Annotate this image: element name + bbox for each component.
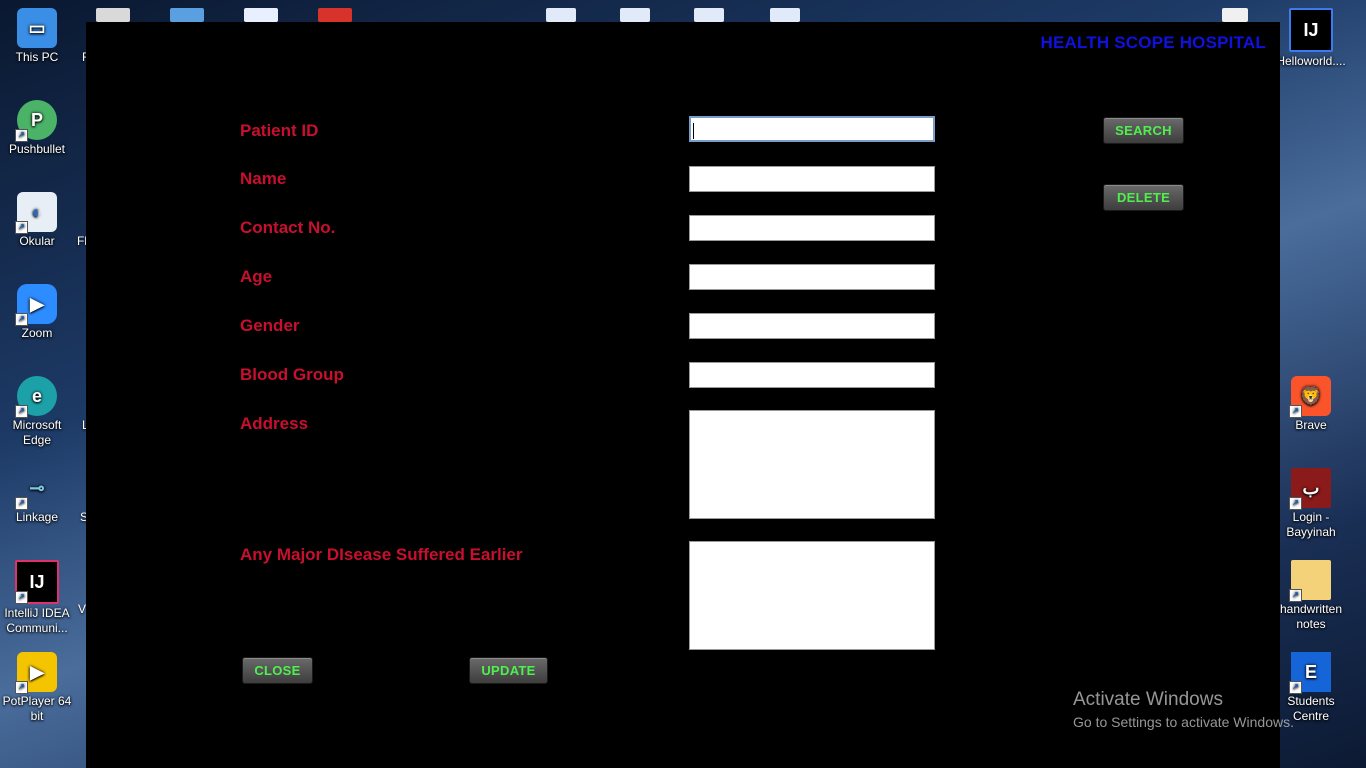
desktop-icon-edge[interactable]: e ↗ Microsoft Edge: [0, 376, 74, 448]
desktop-icon-label: Microsoft Edge: [12, 418, 62, 447]
name-input[interactable]: [689, 166, 935, 192]
desktop-icon-label: Zoom: [21, 326, 53, 340]
potplayer-icon: ▶ ↗: [15, 652, 57, 694]
letter-e-icon: E ↗: [1289, 652, 1331, 694]
desktop-icon-label: Okular: [19, 234, 55, 248]
activate-windows-title: Activate Windows: [1073, 689, 1223, 710]
desktop-icon-pushbullet[interactable]: P ↗ Pushbullet: [0, 100, 74, 157]
patient-id-input[interactable]: [689, 116, 935, 142]
desktop-icon-this-pc[interactable]: ▭ This PC: [0, 8, 74, 65]
intellij-icon: IJ: [1289, 8, 1333, 52]
address-label: Address: [240, 414, 309, 433]
gender-label: Gender: [240, 316, 300, 335]
desktop-partial-icon[interactable]: [244, 8, 278, 22]
activate-windows-subtitle: Go to Settings to activate Windows.: [1073, 714, 1294, 730]
blood-group-input[interactable]: [689, 362, 935, 388]
intellij-icon: IJ ↗: [15, 560, 59, 604]
desktop-icon-handwritten-notes[interactable]: ↗ handwritten notes: [1274, 560, 1348, 632]
desktop-icon-label: Students Centre: [1287, 694, 1335, 723]
desktop-icon-label: PotPlayer 64 bit: [2, 694, 72, 723]
contact-no-input[interactable]: [689, 215, 935, 241]
zoom-icon: ▶ ↗: [15, 284, 57, 326]
age-input[interactable]: [689, 264, 935, 290]
desktop-partial-icon[interactable]: [770, 8, 800, 22]
search-button[interactable]: SEARCH: [1103, 117, 1184, 144]
folder-icon: ↗: [1289, 560, 1331, 602]
contact-no-label: Contact No.: [240, 218, 336, 237]
pushbullet-icon: P ↗: [15, 100, 57, 142]
desktop-icon-label: Helloworld....: [1276, 54, 1346, 68]
desktop-partial-icon[interactable]: [96, 8, 130, 22]
desktop-icon-bayyinah[interactable]: ب ↗ Login - Bayyinah: [1274, 468, 1348, 540]
name-label: Name: [240, 169, 287, 188]
desktop-icon-potplayer[interactable]: ▶ ↗ PotPlayer 64 bit: [0, 652, 74, 724]
address-textarea[interactable]: [689, 410, 935, 519]
age-label: Age: [240, 267, 273, 286]
disease-history-label: Any Major DIsease Suffered Earlier: [240, 545, 523, 564]
desktop-icon-okular[interactable]: ◐ ↗ Okular: [0, 192, 74, 249]
text-caret: [693, 123, 694, 139]
update-button[interactable]: UPDATE: [469, 657, 548, 684]
desktop-icon-label: Linkage: [15, 510, 59, 524]
desktop-icon-intellij[interactable]: IJ ↗ IntelliJ IDEA Communi...: [0, 560, 74, 636]
desktop-partial-icon[interactable]: [694, 8, 724, 22]
okular-icon: ◐ ↗: [15, 192, 57, 234]
desktop-partial-icon[interactable]: [318, 8, 352, 22]
edge-icon: e ↗: [15, 376, 57, 418]
desktop-icon-label: handwritten notes: [1279, 602, 1343, 631]
desktop-icon-helloworld[interactable]: IJ Helloworld....: [1274, 8, 1348, 69]
desktop-icon-label: This PC: [15, 50, 59, 64]
desktop-partial-icon[interactable]: [170, 8, 204, 22]
desktop-partial-icon[interactable]: [620, 8, 650, 22]
desktop-icon-label: Pushbullet: [8, 142, 66, 156]
activate-windows-watermark: Activate Windows Go to Settings to activ…: [1073, 689, 1294, 730]
delete-button[interactable]: DELETE: [1103, 184, 1184, 211]
blood-group-label: Blood Group: [240, 365, 344, 384]
desktop-partial-label: V: [78, 602, 87, 616]
desktop-icon-brave[interactable]: 🦁 ↗ Brave: [1274, 376, 1348, 433]
patient-record-window: HEALTH SCOPE HOSPITAL Patient ID Name Co…: [86, 22, 1280, 768]
desktop-icon-label: IntelliJ IDEA Communi...: [4, 606, 70, 635]
bayyinah-icon: ب ↗: [1289, 468, 1331, 510]
desktop-icon-linkage[interactable]: ⊸ ↗ Linkage: [0, 468, 74, 525]
desktop-icon-zoom[interactable]: ▶ ↗ Zoom: [0, 284, 74, 341]
brave-lion-icon: 🦁 ↗: [1289, 376, 1331, 418]
disease-history-textarea[interactable]: [689, 541, 935, 650]
patient-id-label: Patient ID: [240, 121, 319, 140]
desktop-partial-icon[interactable]: [546, 8, 576, 22]
computer-icon: ▭: [17, 8, 57, 48]
linkage-icon: ⊸ ↗: [15, 468, 57, 510]
desktop-partial-icon[interactable]: [1222, 8, 1248, 22]
hospital-title: HEALTH SCOPE HOSPITAL: [1040, 33, 1266, 52]
desktop-icon-label: Login - Bayyinah: [1286, 510, 1336, 539]
desktop-icon-label: Brave: [1295, 418, 1327, 432]
gender-input[interactable]: [689, 313, 935, 339]
close-button[interactable]: CLOSE: [242, 657, 313, 684]
